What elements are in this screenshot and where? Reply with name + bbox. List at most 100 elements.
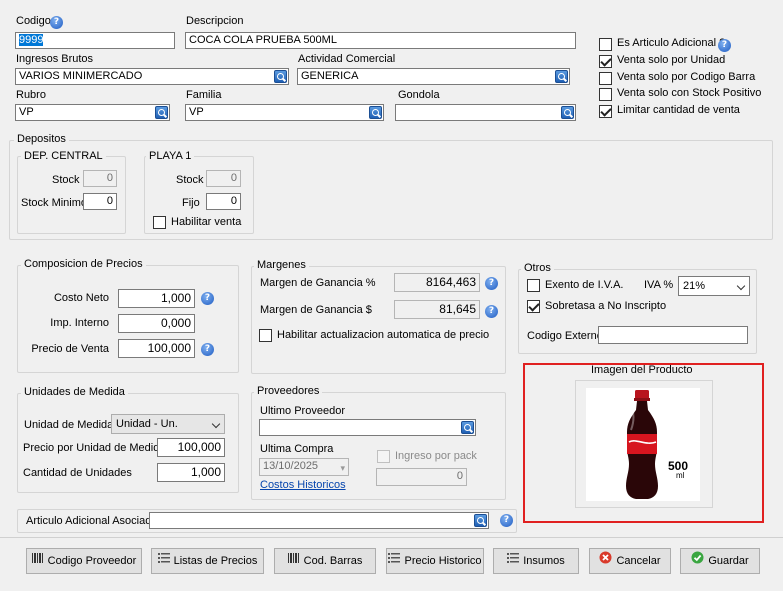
precio-historico-button[interactable]: Precio Historico xyxy=(386,548,484,574)
insumos-button[interactable]: Insumos xyxy=(493,548,579,574)
guardar-button[interactable]: Guardar xyxy=(680,548,760,574)
descripcion-label: Descripcion xyxy=(186,15,244,27)
unidad-medida-select[interactable]: Unidad - Un. xyxy=(111,414,225,434)
precio-venta-input[interactable]: 100,000 xyxy=(118,339,195,358)
venta-solo-stock-positivo-label: Venta solo con Stock Positivo xyxy=(617,87,762,99)
precios-title: Composicion de Precios xyxy=(21,258,146,270)
articulo-adicional-search-icon[interactable] xyxy=(474,514,487,527)
venta-solo-unidad-checkbox[interactable] xyxy=(599,55,612,68)
precio-unidad-input[interactable]: 100,000 xyxy=(157,438,225,457)
codigo-externo-label: Codigo Externo xyxy=(527,330,603,342)
volume-unit-label: ml xyxy=(676,471,685,480)
otros-title: Otros xyxy=(521,262,554,274)
list-icon xyxy=(507,549,520,573)
central-stock-label: Stock xyxy=(52,174,80,186)
ultima-compra-label: Ultima Compra xyxy=(260,443,334,455)
ultimo-proveedor-label: Ultimo Proveedor xyxy=(260,405,345,417)
ultimo-proveedor-search-icon[interactable] xyxy=(461,421,474,434)
habilitar-venta-checkbox[interactable] xyxy=(153,216,166,229)
ganancia-pesos-label: Margen de Ganancia $ xyxy=(260,304,372,316)
ingresos-brutos-search-icon[interactable] xyxy=(274,70,287,83)
codigo-input[interactable]: 9999 xyxy=(15,32,175,49)
central-stock-minimo-label: Stock Minimo xyxy=(21,197,88,209)
precio-unidad-label: Precio por Unidad de Medida xyxy=(23,442,166,454)
familia-search-icon[interactable] xyxy=(369,106,382,119)
gondola-input[interactable] xyxy=(395,104,576,121)
imp-interno-input[interactable]: 0,000 xyxy=(118,314,195,333)
ingresos-brutos-label: Ingresos Brutos xyxy=(16,53,94,65)
iva-select[interactable]: 21% xyxy=(678,276,750,296)
es-articulo-adicional-help-icon[interactable]: ? xyxy=(718,39,731,52)
barcode-icon xyxy=(287,549,300,573)
cantidad-unidades-input[interactable]: 1,000 xyxy=(157,463,225,482)
margenes-title: Margenes xyxy=(254,259,309,271)
imp-interno-label: Imp. Interno xyxy=(50,317,109,329)
actividad-comercial-search-icon[interactable] xyxy=(555,70,568,83)
ingreso-pack-checkbox xyxy=(377,450,390,463)
es-articulo-adicional-label: Es Articulo Adicional ? xyxy=(617,37,726,49)
venta-solo-stock-positivo-checkbox[interactable] xyxy=(599,88,612,101)
ganancia-pesos-input: 81,645 xyxy=(394,300,480,319)
product-image[interactable]: 500 ml xyxy=(586,388,700,501)
es-articulo-adicional-checkbox[interactable] xyxy=(599,38,612,51)
playa-fijo-input[interactable]: 0 xyxy=(206,193,241,210)
limitar-cantidad-checkbox[interactable] xyxy=(599,105,612,118)
limitar-cantidad-label: Limitar cantidad de venta xyxy=(617,104,740,116)
auto-precio-checkbox[interactable] xyxy=(259,329,272,342)
rubro-search-icon[interactable] xyxy=(155,106,168,119)
codigo-proveedor-button[interactable]: Codigo Proveedor xyxy=(26,548,142,574)
playa-stock-input: 0 xyxy=(206,170,241,187)
proveedores-title: Proveedores xyxy=(254,385,323,397)
unidad-medida-label: Unidad de Medida xyxy=(24,419,114,431)
venta-solo-codigo-barra-label: Venta solo por Codigo Barra xyxy=(617,71,756,83)
playa-title: PLAYA 1 xyxy=(146,150,195,162)
ganancia-pct-help-icon[interactable]: ? xyxy=(485,277,498,290)
costo-neto-input[interactable]: 1,000 xyxy=(118,289,195,308)
sobretasa-checkbox[interactable] xyxy=(527,300,540,313)
costo-neto-help-icon[interactable]: ? xyxy=(201,292,214,305)
dep-central-title: DEP. CENTRAL xyxy=(21,150,106,162)
unidades-title: Unidades de Medida xyxy=(21,386,128,398)
imagen-title: Imagen del Producto xyxy=(591,364,693,376)
ganancia-pct-label: Margen de Ganancia % xyxy=(260,277,376,289)
listas-precios-button[interactable]: Listas de Precios xyxy=(151,548,264,574)
familia-input[interactable]: VP xyxy=(185,104,384,121)
codigo-help-icon[interactable]: ? xyxy=(50,16,63,29)
iva-label: IVA % xyxy=(644,279,674,291)
actividad-comercial-label: Actividad Comercial xyxy=(298,53,396,65)
exento-iva-label: Exento de I.V.A. xyxy=(545,279,624,291)
ultimo-proveedor-input[interactable] xyxy=(259,419,476,436)
ingresos-brutos-input[interactable]: VARIOS MINIMERCADO xyxy=(15,68,289,85)
list-icon xyxy=(388,549,401,573)
habilitar-venta-label: Habilitar venta xyxy=(171,216,242,228)
rubro-input[interactable]: VP xyxy=(15,104,170,121)
barcode-icon xyxy=(31,549,44,573)
costos-historicos-link[interactable]: Costos Historicos xyxy=(260,479,346,491)
central-stock-input: 0 xyxy=(83,170,117,187)
precio-venta-help-icon[interactable]: ? xyxy=(201,343,214,356)
cancelar-button[interactable]: Cancelar xyxy=(589,548,671,574)
venta-solo-codigo-barra-checkbox[interactable] xyxy=(599,72,612,85)
gondola-search-icon[interactable] xyxy=(561,106,574,119)
cantidad-unidades-label: Cantidad de Unidades xyxy=(23,467,132,479)
ultima-compra-date: 13/10/2025 ▾ xyxy=(259,458,349,476)
descripcion-input[interactable]: COCA COLA PRUEBA 500ML xyxy=(185,32,576,49)
playa-fijo-label: Fijo xyxy=(182,197,200,209)
chevron-down-icon xyxy=(211,419,221,429)
cancel-icon xyxy=(599,549,612,573)
codigo-externo-input[interactable] xyxy=(598,326,748,344)
familia-label: Familia xyxy=(186,89,222,101)
sobretasa-label: Sobretasa a No Inscripto xyxy=(545,300,667,312)
ingreso-pack-label: Ingreso por pack xyxy=(395,450,477,462)
articulo-adicional-input[interactable] xyxy=(149,512,489,529)
articulo-adicional-label: Articulo Adicional Asociado xyxy=(26,515,158,527)
gondola-label: Gondola xyxy=(398,89,440,101)
ganancia-pct-input: 8164,463 xyxy=(394,273,480,292)
articulo-adicional-help-icon[interactable]: ? xyxy=(500,514,513,527)
ganancia-pesos-help-icon[interactable]: ? xyxy=(485,305,498,318)
actividad-comercial-input[interactable]: GENERICA xyxy=(297,68,570,85)
costo-neto-label: Costo Neto xyxy=(53,292,109,304)
cod-barras-button[interactable]: Cod. Barras xyxy=(274,548,376,574)
central-stock-minimo-input[interactable]: 0 xyxy=(83,193,117,210)
exento-iva-checkbox[interactable] xyxy=(527,279,540,292)
